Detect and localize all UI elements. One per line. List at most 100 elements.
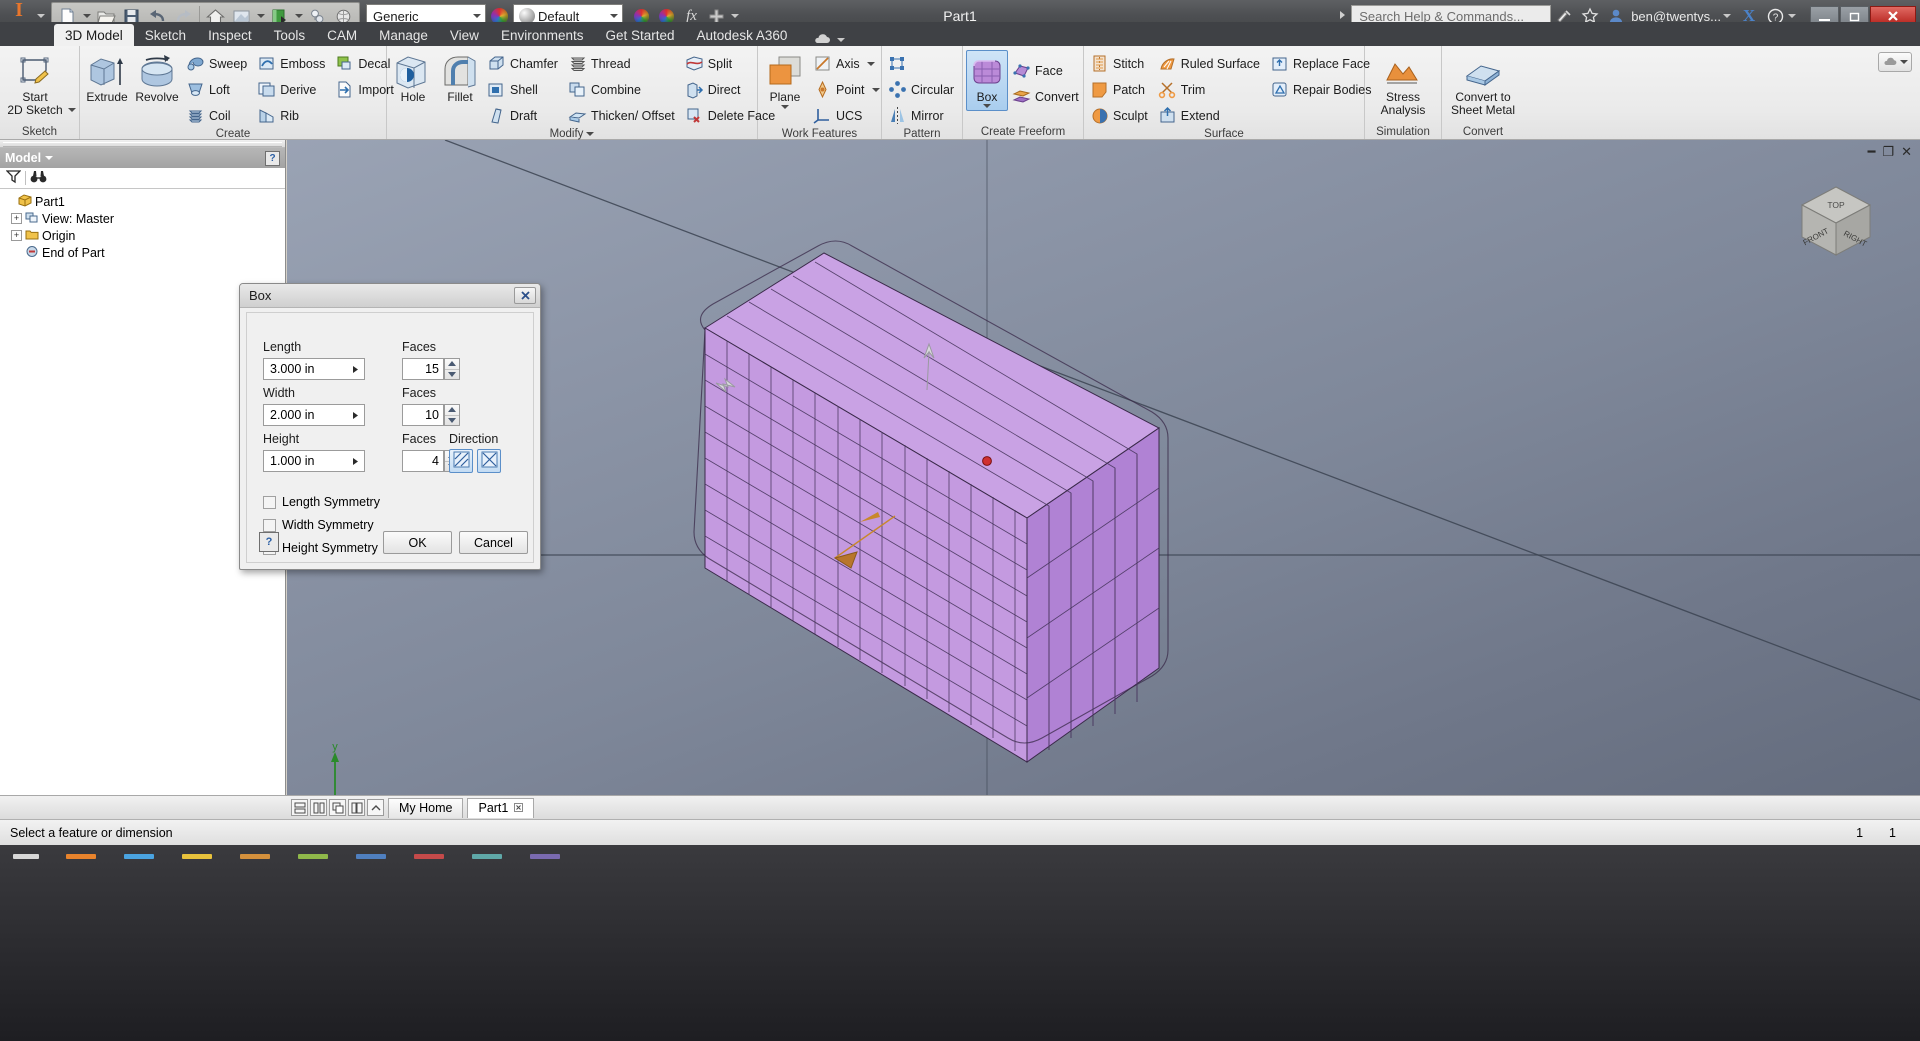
filter-icon[interactable] (5, 169, 22, 187)
height-symmetry-checkbox-row[interactable]: Height Symmetry (263, 541, 378, 555)
axis-button[interactable]: Axis (810, 51, 886, 76)
binoculars-icon[interactable] (30, 169, 47, 187)
convert-sheet-metal-button[interactable]: Convert to Sheet Metal (1445, 50, 1521, 120)
view-cube[interactable]: TOP FRONT RIGHT (1790, 175, 1882, 267)
freeform-box-button[interactable]: Box (966, 50, 1008, 111)
taskbar-app-4[interactable] (226, 846, 284, 866)
doc-tab-part1[interactable]: Part1 (467, 797, 535, 818)
length-input[interactable]: 3.000 in (263, 358, 365, 380)
chamfer-button[interactable]: Chamfer (484, 51, 564, 76)
width-symmetry-checkbox-row[interactable]: Width Symmetry (263, 518, 374, 532)
height-dropdown-arrow[interactable] (352, 451, 359, 471)
width-input[interactable]: 2.000 in (263, 404, 365, 426)
browser-title-caret[interactable] (45, 156, 54, 160)
point-dropdown-caret[interactable] (871, 87, 880, 92)
direction-asymmetric-button[interactable] (477, 449, 501, 473)
height-faces-input[interactable]: 4 (402, 450, 444, 472)
viewport-restore-icon[interactable]: ❐ (1882, 144, 1894, 160)
shell-button[interactable]: Shell (484, 77, 564, 102)
taskbar-app-7[interactable] (400, 846, 458, 866)
rib-button[interactable]: Rib (254, 103, 331, 128)
tree-item-part1[interactable]: Part1 (4, 193, 285, 210)
tab-sketch[interactable]: Sketch (134, 24, 197, 46)
doc-tab-my-home[interactable]: My Home (388, 797, 464, 818)
search-expand-caret[interactable] (1338, 9, 1347, 23)
browser-help-icon[interactable]: ? (265, 150, 280, 166)
plane-button[interactable]: Plane (761, 50, 809, 112)
start-2d-sketch-button[interactable]: Start 2D Sketch (3, 50, 67, 120)
tab-cam[interactable]: CAM (316, 24, 368, 46)
tree-item-end-of-part[interactable]: End of Part (4, 244, 285, 261)
start-button[interactable] (0, 846, 52, 866)
taskbar-app-6[interactable] (342, 846, 400, 866)
tab-get-started[interactable]: Get Started (594, 24, 685, 46)
viewport-minimize-icon[interactable]: ━ (1868, 144, 1876, 160)
thicken-offset-button[interactable]: Thicken/ Offset (565, 103, 681, 128)
tab-view[interactable]: View (439, 24, 490, 46)
extrude-button[interactable]: Extrude (83, 50, 131, 107)
box-dialog-cancel-button[interactable]: Cancel (459, 531, 528, 554)
length-dropdown-arrow[interactable] (352, 359, 359, 379)
a360-cloud-status[interactable] (812, 33, 846, 46)
coil-button[interactable]: Coil (183, 103, 253, 128)
box-dialog-ok-button[interactable]: OK (383, 531, 452, 554)
tab-tools[interactable]: Tools (263, 24, 317, 46)
emboss-button[interactable]: Emboss (254, 51, 331, 76)
width-dropdown-arrow[interactable] (352, 405, 359, 425)
taskbar-app-2[interactable] (110, 846, 168, 866)
loft-button[interactable]: Loft (183, 77, 253, 102)
taskbar-app-1[interactable] (52, 846, 110, 866)
arrange-icon[interactable] (348, 799, 365, 816)
length-symmetry-checkbox-row[interactable]: Length Symmetry (263, 495, 380, 509)
hole-button[interactable]: Hole (390, 50, 436, 107)
ucs-button[interactable]: UCS (810, 103, 886, 128)
doc-tab-close-icon[interactable] (514, 801, 524, 815)
sweep-button[interactable]: Sweep (183, 51, 253, 76)
width-faces-spin-up[interactable] (445, 405, 459, 415)
tile-horizontal-icon[interactable] (291, 799, 308, 816)
user-dropdown-caret[interactable] (1723, 14, 1731, 18)
length-symmetry-checkbox[interactable] (263, 495, 276, 509)
length-faces-spinner[interactable] (444, 358, 460, 380)
length-faces-spin-up[interactable] (445, 359, 459, 369)
tree-expander[interactable]: + (11, 230, 22, 241)
patch-button[interactable]: Patch (1087, 77, 1154, 102)
freeform-box-dropdown-caret[interactable] (983, 104, 991, 108)
sketch-dropdown-caret[interactable] (68, 108, 76, 124)
sculpt-button[interactable]: Sculpt (1087, 103, 1154, 128)
ruled-surface-button[interactable]: Ruled Surface (1155, 51, 1266, 76)
tab-environments[interactable]: Environments (490, 24, 595, 46)
circular-pattern-button[interactable]: Circular (885, 77, 960, 102)
taskbar-app-5[interactable] (284, 846, 342, 866)
taskbar-app-8[interactable] (458, 846, 516, 866)
viewport-close-icon[interactable]: ✕ (1901, 144, 1912, 160)
application-menu-caret[interactable] (37, 14, 45, 18)
point-button[interactable]: Point (810, 77, 886, 102)
freeform-convert-button[interactable]: Convert (1009, 84, 1085, 109)
extend-button[interactable]: Extend (1155, 103, 1266, 128)
length-faces-input[interactable]: 15 (402, 358, 444, 380)
tree-item-origin[interactable]: + Origin (4, 227, 285, 244)
repair-bodies-button[interactable]: Repair Bodies (1267, 77, 1378, 102)
tab-autodesk-a360[interactable]: Autodesk A360 (686, 24, 799, 46)
tree-item-view-master[interactable]: + View: Master (4, 210, 285, 227)
fillet-button[interactable]: Fillet (437, 50, 483, 107)
stress-analysis-button[interactable]: Stress Analysis (1368, 50, 1438, 120)
box-dialog[interactable]: Box Length 3.000 in Faces 15 Width 2.000… (239, 283, 541, 570)
browser-grip[interactable] (0, 140, 285, 148)
tab-inspect[interactable]: Inspect (197, 24, 263, 46)
more-icon[interactable] (367, 799, 384, 816)
thread-button[interactable]: Thread (565, 51, 681, 76)
cascade-icon[interactable] (329, 799, 346, 816)
stitch-button[interactable]: Stitch (1087, 51, 1154, 76)
width-faces-spinner[interactable] (444, 404, 460, 426)
revolve-button[interactable]: Revolve (132, 50, 182, 107)
tile-vertical-icon[interactable] (310, 799, 327, 816)
ribbon-options-button[interactable] (1878, 52, 1912, 72)
help-dropdown-caret[interactable] (1788, 14, 1796, 18)
taskbar-app-9[interactable] (516, 846, 574, 866)
direction-symmetric-button[interactable] (449, 449, 473, 473)
tab-3d-model[interactable]: 3D Model (54, 24, 134, 46)
width-faces-input[interactable]: 10 (402, 404, 444, 426)
draft-button[interactable]: Draft (484, 103, 564, 128)
